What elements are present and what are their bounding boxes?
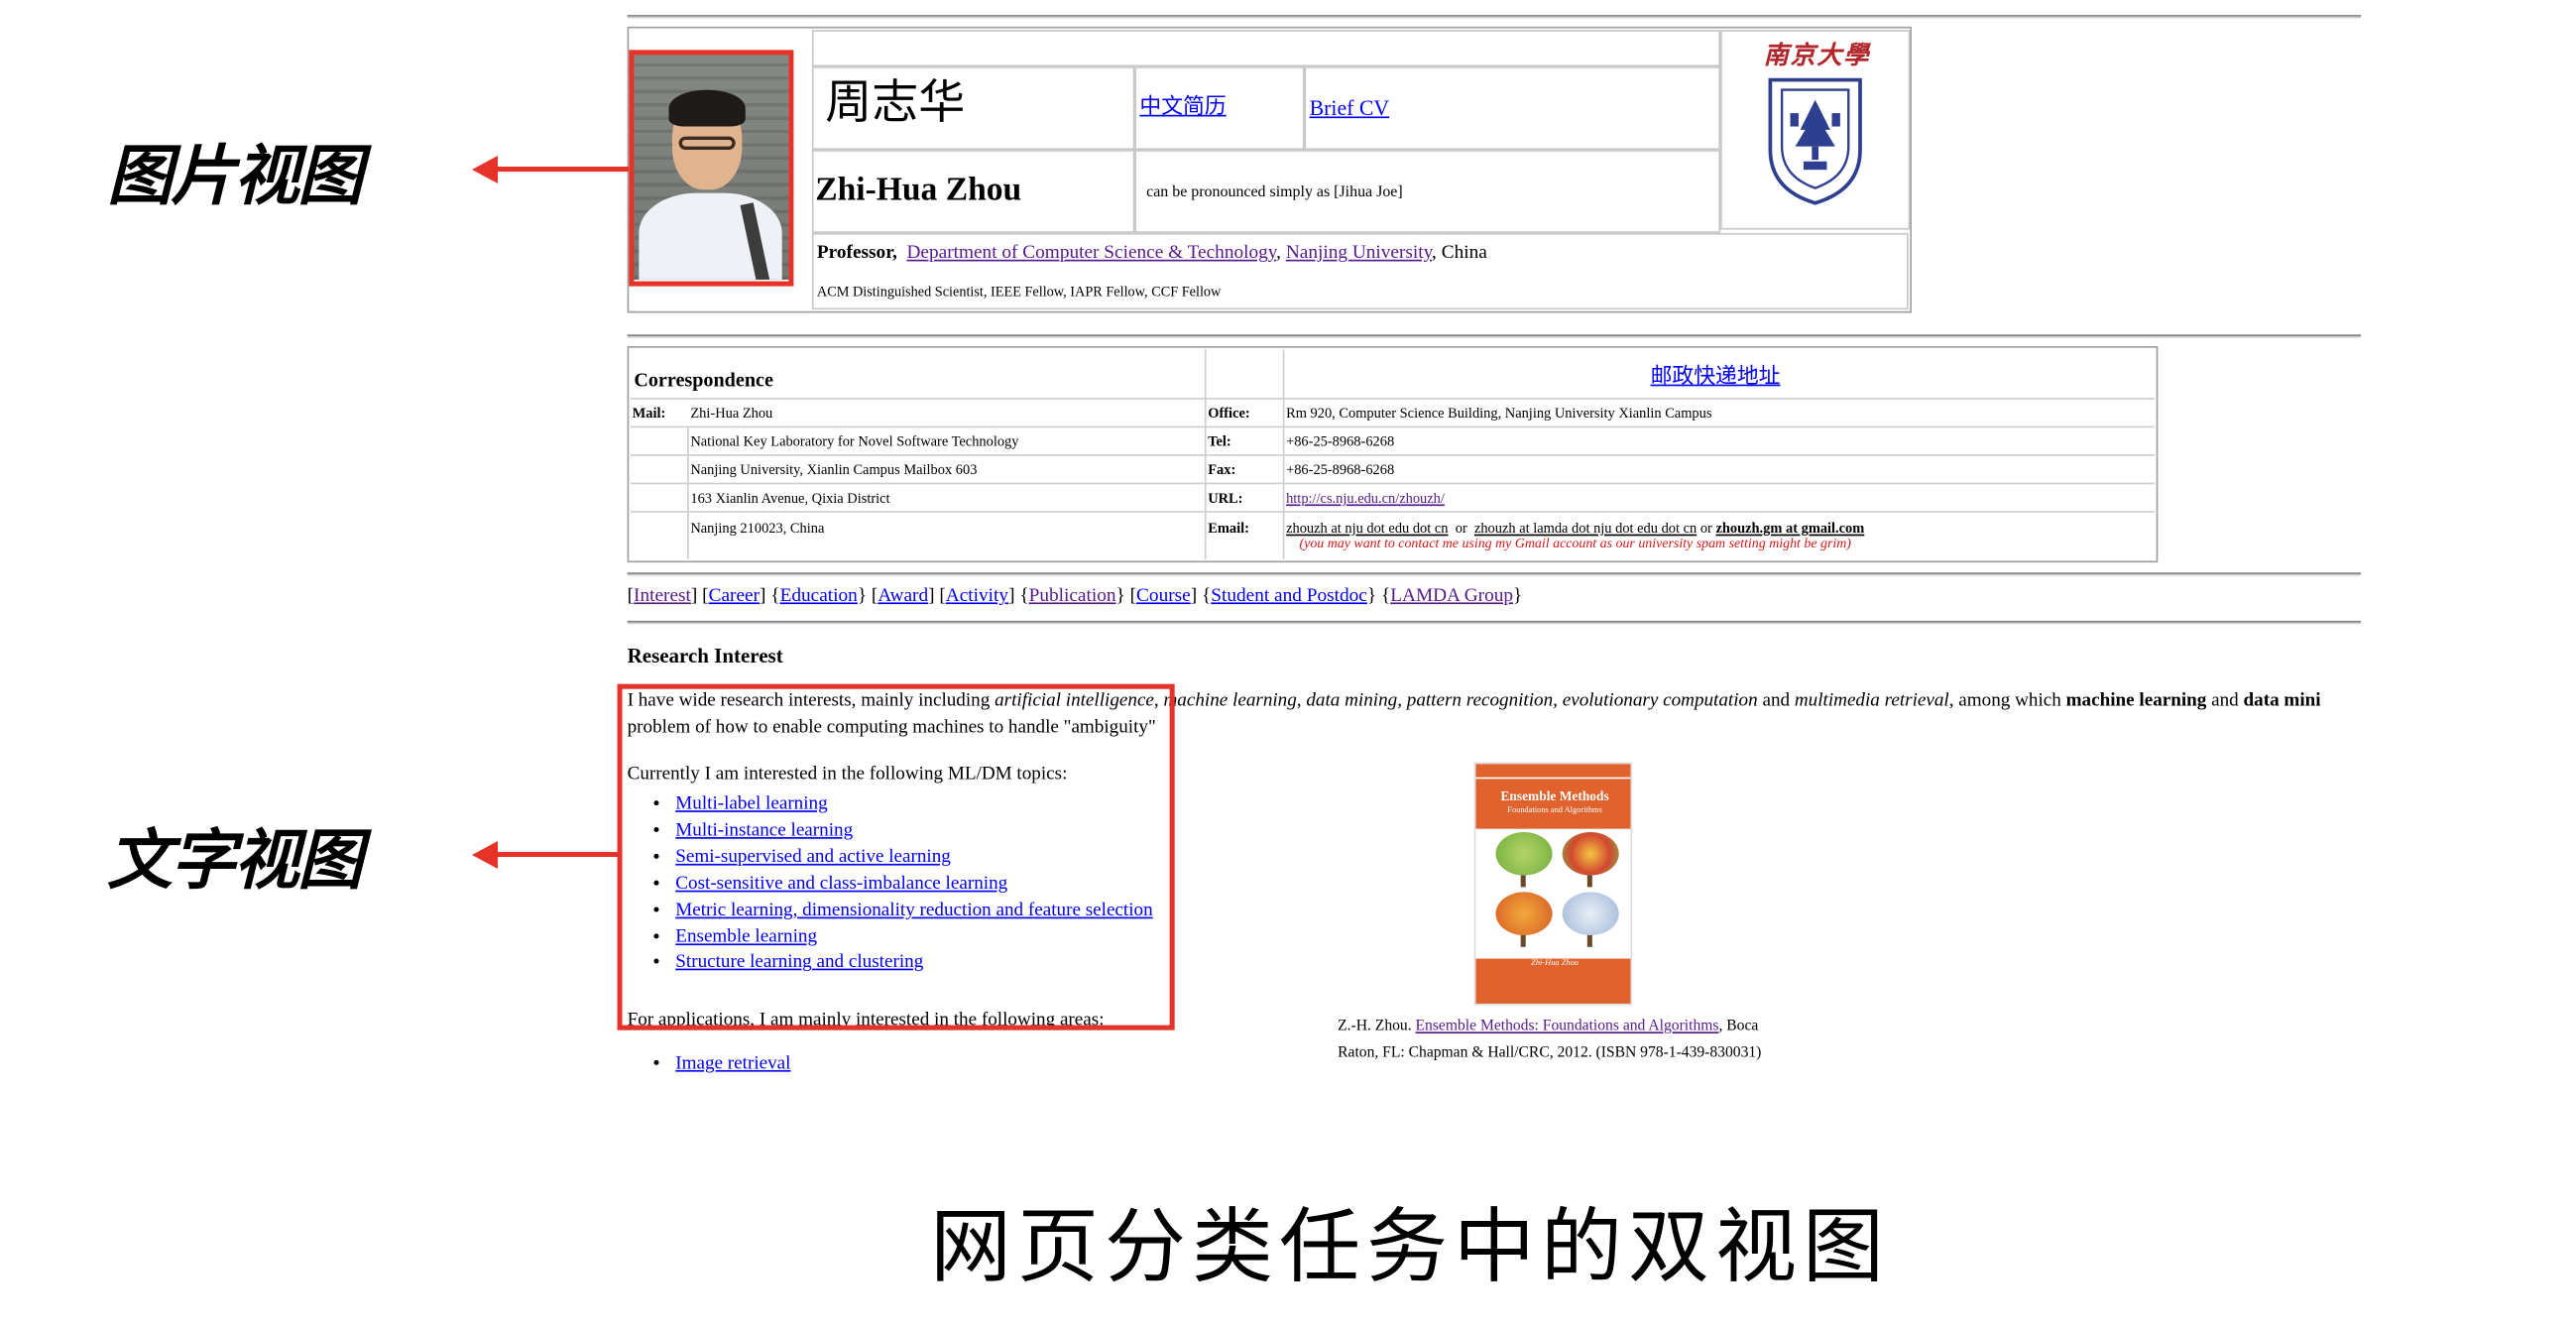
arrow-line (494, 167, 629, 172)
list-item: Image retrieval (675, 1053, 790, 1073)
nav-interest[interactable]: Interest (634, 586, 691, 606)
email-gmail: zhouzh.gm at gmail.com (1715, 519, 1865, 537)
tree-illustration (1495, 832, 1553, 876)
header-cell (811, 30, 1721, 67)
top-divider (627, 15, 2362, 19)
nav-lamda-group[interactable]: LAMDA Group (1390, 586, 1513, 606)
department-link[interactable]: Department of Computer Science & Technol… (906, 243, 1276, 263)
email-label: Email: (1208, 519, 1249, 537)
postal-address-link[interactable]: 邮政快递地址 (1651, 358, 1781, 389)
nju-emblem-icon (1768, 77, 1862, 205)
book-cover[interactable]: Ensemble Methods Foundations and Algorit… (1473, 762, 1633, 1006)
tel-value: +86-25-8968-6268 (1286, 432, 1395, 450)
book-title: Ensemble Methods (1500, 788, 1609, 804)
text-view-highlight (617, 683, 1175, 1030)
name-english: Zhi-Hua Zhou (815, 171, 1022, 208)
divider (627, 572, 2362, 576)
nav-career[interactable]: Career (709, 586, 760, 606)
email-lamda: zhouzh at lamda dot nju dot edu dot cn (1473, 519, 1698, 537)
tree-illustration (1562, 832, 1619, 876)
university-link[interactable]: Nanjing University (1286, 243, 1432, 263)
nav-publication[interactable]: Publication (1029, 586, 1116, 606)
fax-value: +86-25-8968-6268 (1286, 460, 1395, 478)
divider (627, 620, 2362, 625)
tel-label: Tel: (1208, 432, 1231, 450)
gmail-note: (you may want to contact me using my Gma… (1299, 536, 1851, 551)
position-line: Professor, Department of Computer Scienc… (816, 242, 1487, 264)
country-text: , China (1432, 242, 1487, 264)
email-nju: zhouzh at nju dot edu dot cn (1286, 519, 1449, 537)
nav-activity[interactable]: Activity (946, 586, 1008, 606)
or-text: or (1455, 519, 1467, 537)
nav-student-postdoc[interactable]: Student and Postdoc (1211, 586, 1367, 606)
correspondence-title: Correspondence (634, 367, 773, 392)
applications-list: Image retrieval (633, 1053, 790, 1073)
email-line: zhouzh at nju dot edu dot cn or zhouzh a… (1286, 520, 1864, 537)
book-caption: Z.-H. Zhou. Ensemble Methods: Foundation… (1338, 1018, 1762, 1062)
nav-education[interactable]: Education (780, 586, 858, 606)
brief-cv-link[interactable]: Brief CV (1310, 95, 1390, 122)
university-logo-title: 南京大學 (1763, 40, 1871, 70)
book-subtitle: Foundations and Algorithms (1507, 806, 1602, 816)
name-chinese: 周志华 (825, 74, 966, 130)
nav-award[interactable]: Award (878, 586, 928, 606)
mail-line: Nanjing 210023, China (690, 519, 825, 537)
section-nav: [Interest] [Career] {Education} [Award] … (627, 585, 1523, 606)
arrow-line (494, 852, 618, 857)
mail-line: Nanjing University, Xianlin Campus Mailb… (690, 460, 978, 478)
tree-illustration (1495, 892, 1553, 936)
research-interest-heading: Research Interest (627, 644, 783, 667)
fax-label: Fax: (1208, 460, 1236, 478)
chinese-cv-link[interactable]: 中文简历 (1139, 88, 1226, 120)
nav-course[interactable]: Course (1136, 586, 1191, 606)
pronunciation-note: can be pronounced simply as [Jihua Joe] (1146, 184, 1403, 202)
image-view-label: 图片视图 (107, 138, 363, 214)
application-link[interactable]: Image retrieval (675, 1053, 790, 1073)
image-view-highlight (629, 50, 794, 287)
tree-illustration (1562, 892, 1619, 936)
title-label: Professor, (816, 242, 897, 264)
office-value: Rm 920, Computer Science Building, Nanji… (1286, 404, 1712, 422)
mail-line: National Key Laboratory for Novel Softwa… (690, 432, 1019, 450)
url-label: URL: (1208, 489, 1243, 507)
or-text: or (1699, 519, 1712, 537)
office-label: Office: (1208, 404, 1250, 422)
book-author: Zhi-Hua Zhou (1531, 960, 1579, 969)
text-view-label: 文字视图 (107, 822, 363, 899)
homepage-url-link[interactable]: http://cs.nju.edu.cn/zhouzh/ (1286, 489, 1445, 506)
mail-line: 163 Xianlin Avenue, Qixia District (690, 489, 890, 507)
mail-label: Mail: (632, 404, 666, 422)
honors-line: ACM Distinguished Scientist, IEEE Fellow… (816, 283, 1222, 301)
slide-caption: 网页分类任务中的双视图 (930, 1200, 1891, 1294)
book-link[interactable]: Ensemble Methods: Foundations and Algori… (1416, 1019, 1719, 1035)
homepage-screenshot: 周志华 中文简历 Brief CV Zhi-Hua Zhou can be pr… (0, 0, 2576, 1331)
divider (627, 334, 2362, 338)
mail-line: Zhi-Hua Zhou (690, 404, 773, 422)
